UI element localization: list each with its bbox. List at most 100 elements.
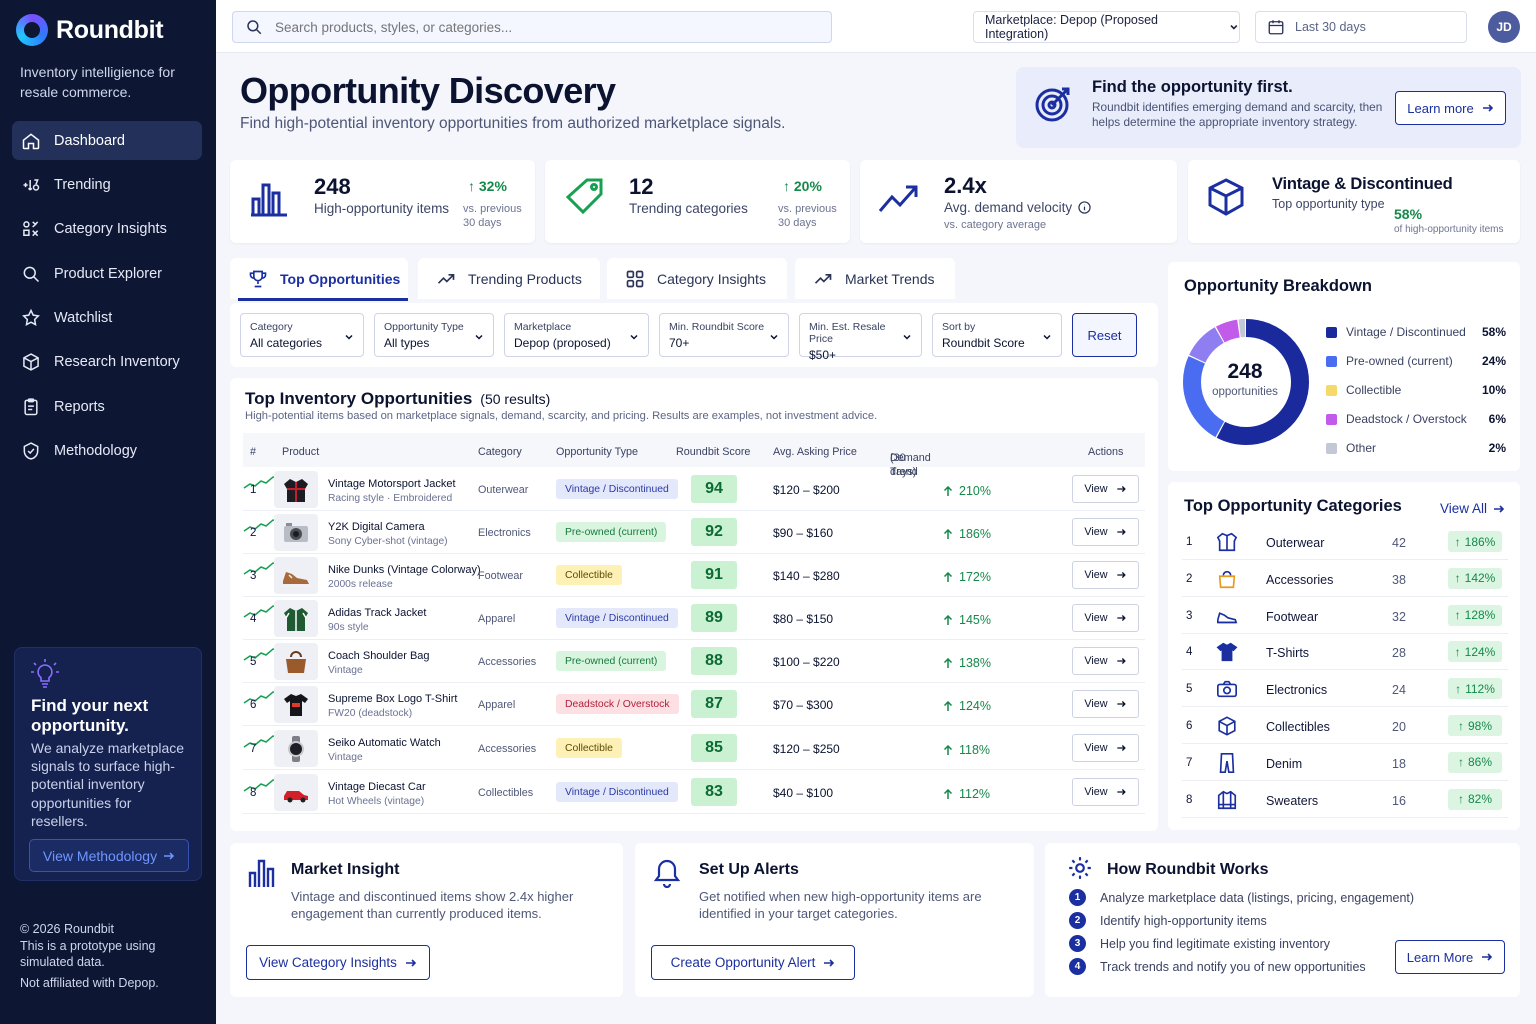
view-methodology-button[interactable]: View Methodology — [29, 839, 189, 872]
product-name[interactable]: Nike Dunks (Vintage Colorway) — [328, 564, 481, 576]
sidebar-item-methodology[interactable]: Methodology — [12, 432, 202, 471]
category-row[interactable]: 5 Electronics 24 ↑ 112% — [1182, 671, 1508, 708]
category-row[interactable]: 8 Sweaters 16 ↑ 82% — [1182, 782, 1508, 818]
clipboard-icon — [24, 398, 38, 416]
sidebar-item-dashboard[interactable]: Dashboard — [12, 121, 202, 160]
kpi-change-value: 32% — [478, 178, 507, 194]
category-row[interactable]: 6 Collectibles 20 ↑ 98% — [1182, 708, 1508, 744]
view-button[interactable]: View — [1072, 734, 1139, 762]
view-button[interactable]: View — [1072, 647, 1139, 675]
create-alert-button[interactable]: Create Opportunity Alert — [651, 945, 855, 980]
roundbit-score: 94 — [691, 475, 737, 503]
view-button[interactable]: View — [1072, 690, 1139, 718]
reset-button[interactable]: Reset — [1072, 313, 1137, 357]
top-bar: Marketplace: Depop (Proposed Integration… — [216, 0, 1536, 53]
learn-more-button[interactable]: Learn more — [1395, 91, 1506, 125]
sidebar-item-label: Category Insights — [54, 221, 167, 238]
category-row[interactable]: 2 Accessories 38 ↑ 142% — [1182, 561, 1508, 597]
kpi-comparison: vs. category average — [944, 219, 1047, 231]
view-button-label: View — [1084, 698, 1108, 710]
category-change: ↑ 86% — [1448, 751, 1502, 773]
filter-min-score[interactable]: Min. Roundbit Score 70+ — [659, 313, 789, 357]
view-button[interactable]: View — [1072, 604, 1139, 632]
demand-trend: 138% — [943, 656, 991, 670]
tab-top-opportunities[interactable]: Top Opportunities — [230, 258, 408, 301]
tab-category-insights[interactable]: Category Insights — [607, 258, 787, 299]
view-button[interactable]: View — [1072, 561, 1139, 589]
kpi-value: 248 — [314, 174, 351, 199]
brand-logo[interactable]: Roundbit — [16, 14, 164, 46]
product-name[interactable]: Supreme Box Logo T-Shirt — [328, 693, 457, 705]
product-category: Footwear — [478, 570, 524, 582]
sidebar-item-product-explorer[interactable]: Product Explorer — [12, 254, 202, 293]
filter-label: Category — [250, 321, 293, 333]
donut-center: 248 opportunities — [1180, 360, 1310, 398]
sweater-outline-icon — [1217, 790, 1237, 809]
view-category-insights-button[interactable]: View Category Insights — [246, 945, 430, 980]
camera-icon — [274, 514, 318, 551]
market-insight-card: Market Insight Vintage and discontinued … — [230, 843, 623, 997]
col-price: Avg. Asking Price — [773, 446, 857, 458]
view-all-link[interactable]: View All — [1440, 501, 1505, 516]
asking-price: $70 – $300 — [773, 698, 834, 712]
product-name[interactable]: Y2K Digital Camera — [328, 521, 425, 533]
filter-opportunity-type[interactable]: Opportunity Type All types — [374, 313, 494, 357]
date-range-select[interactable]: Last 30 days — [1255, 11, 1467, 43]
category-rank: 1 — [1186, 536, 1193, 548]
product-name[interactable]: Vintage Motorsport Jacket — [328, 478, 456, 490]
col-score: Roundbit Score — [676, 446, 751, 458]
product-name[interactable]: Seiko Automatic Watch — [328, 737, 441, 749]
demand-trend: 186% — [943, 527, 991, 541]
product-category: Accessories — [478, 743, 537, 755]
tab-market-trends[interactable]: Market Trends — [795, 258, 955, 299]
sidebar-item-watchlist[interactable]: Watchlist — [12, 299, 202, 338]
category-change: ↑ 186% — [1448, 531, 1502, 552]
hero-title: Find the opportunity first. — [1092, 78, 1293, 96]
product-name[interactable]: Vintage Diecast Car — [328, 781, 426, 793]
filter-min-price[interactable]: Min. Est. Resale Price $50+ — [799, 313, 922, 362]
row-rank: 2 — [250, 527, 257, 539]
trend-up-icon — [437, 273, 455, 284]
product-name[interactable]: Adidas Track Jacket — [328, 607, 426, 619]
view-button[interactable]: View — [1072, 518, 1139, 546]
category-row[interactable]: 3 Footwear 32 ↑ 128% — [1182, 598, 1508, 634]
product-name[interactable]: Coach Shoulder Bag — [328, 650, 430, 662]
tab-label: Category Insights — [657, 270, 766, 287]
filter-marketplace[interactable]: Marketplace Depop (proposed) — [504, 313, 649, 357]
tab-trending-products[interactable]: Trending Products — [418, 258, 600, 299]
search-box[interactable] — [232, 11, 832, 43]
sidebar-item-reports[interactable]: Reports — [12, 387, 202, 426]
row-rank: 6 — [250, 699, 257, 711]
demand-trend-value: 172% — [959, 570, 991, 584]
kpi-value: 2.4x — [944, 173, 987, 198]
category-row[interactable]: 1 Outerwear 42 ↑ 186% — [1182, 524, 1508, 560]
kpi-card-opportunity-items: 248 High-opportunity items ↑ 32% vs. pre… — [230, 160, 535, 243]
sidebar-item-trending[interactable]: Trending — [12, 165, 202, 204]
how-learn-more-button[interactable]: Learn More — [1395, 940, 1505, 974]
demand-trend-value: 210% — [959, 484, 991, 498]
marketplace-select[interactable]: Marketplace: Depop (Proposed Integration… — [973, 11, 1240, 43]
filter-category[interactable]: Category All categories — [240, 313, 364, 357]
category-name: Outerwear — [1266, 536, 1325, 550]
user-avatar[interactable]: JD — [1488, 11, 1520, 43]
sidebar-item-research-inventory[interactable]: Research Inventory — [12, 343, 202, 382]
filter-sort-by[interactable]: Sort by Roundbit Score — [932, 313, 1062, 357]
view-button[interactable]: View — [1072, 778, 1139, 806]
category-rank: 6 — [1186, 720, 1193, 732]
product-subtitle: Sony Cyber-shot (vintage) — [328, 536, 448, 547]
view-button[interactable]: View — [1072, 475, 1139, 503]
demand-trend-value: 124% — [959, 699, 991, 713]
table-row: 5 Coach Shoulder Bag Vintage Accessories… — [243, 640, 1145, 683]
bar-chart-icon — [248, 859, 275, 887]
search-input[interactable] — [275, 19, 775, 35]
view-button-label: View — [1084, 569, 1108, 581]
category-row[interactable]: 4 T-Shirts 28 ↑ 124% — [1182, 634, 1508, 671]
arrow-up-icon — [943, 788, 953, 799]
sidebar-item-category-insights[interactable]: Category Insights — [12, 210, 202, 249]
arrow-right-icon — [1116, 789, 1126, 795]
category-rank: 8 — [1186, 793, 1193, 806]
info-icon[interactable] — [1078, 201, 1091, 214]
category-row[interactable]: 7 Denim 18 ↑ 86% — [1182, 745, 1508, 781]
view-button-label: View — [1084, 526, 1108, 538]
sidebar-item-label: Trending — [54, 176, 111, 193]
